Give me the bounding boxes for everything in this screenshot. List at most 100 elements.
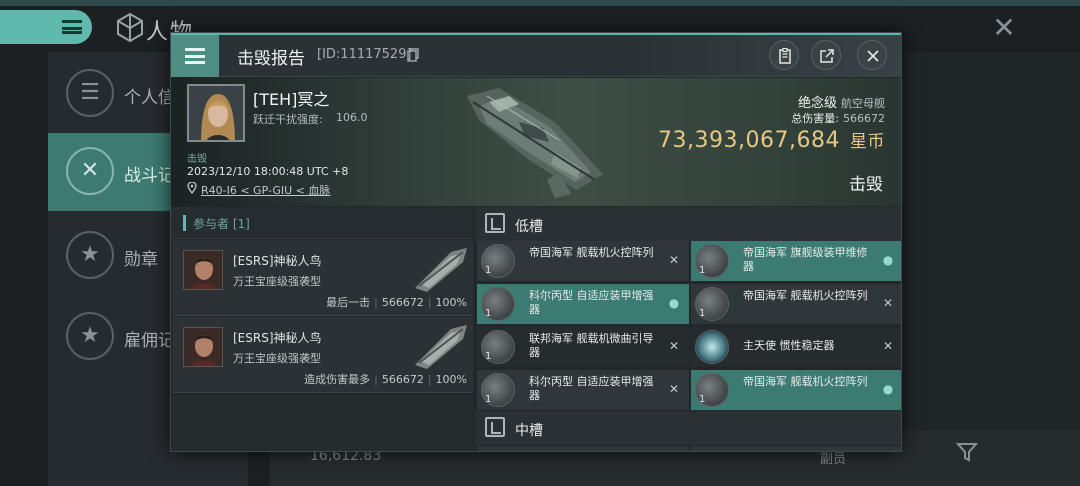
module-qty: 1: [699, 394, 706, 405]
destroyed-icon: ✕: [668, 253, 680, 267]
warp-jam-label: 跃迁干扰强度:: [253, 113, 323, 126]
share-button[interactable]: [811, 40, 841, 70]
participant-percent: 100%: [435, 296, 467, 309]
low-slot-icon: [485, 213, 505, 233]
isk-value: 73,393,067,684 星币: [658, 127, 885, 153]
filter-icon[interactable]: [955, 440, 979, 464]
participant-role: 造成伤害最多: [304, 373, 371, 386]
pilot-portrait-image: [184, 251, 222, 289]
participant-avatar: [183, 250, 223, 290]
close-icon[interactable]: ✕: [988, 12, 1020, 44]
sidebar-item-label: 战斗记: [124, 166, 175, 186]
module-item[interactable]: 1 帝国海军 舰载机火控阵列 ✕: [691, 284, 901, 324]
ship-render-image: [415, 325, 467, 369]
header-accent: [171, 33, 901, 35]
mid-slot-header[interactable]: 中槽: [475, 411, 901, 445]
module-name: 科尔丙型 自适应装甲增强器: [529, 289, 654, 316]
module-qty: 1: [485, 265, 492, 276]
module-item[interactable]: 1 帝国海军 舰载机火控阵列 ✕: [477, 241, 689, 281]
mid-slot-icon: [485, 417, 505, 437]
copy-icon[interactable]: [407, 48, 419, 62]
kill-tag: 击毁: [187, 154, 207, 165]
participant-percent: 100%: [435, 373, 467, 386]
kill-location-link[interactable]: R40-I6 < GP-GIU < 血脉: [201, 182, 330, 198]
close-button[interactable]: [857, 40, 887, 70]
module-qty: 1: [485, 308, 492, 319]
module-name: 帝国海军 舰载机火控阵列: [743, 289, 868, 302]
dropped-person-icon: ●: [882, 382, 894, 396]
participants-label: 参与者 [1]: [193, 217, 250, 231]
destroyed-icon: ✕: [668, 339, 680, 353]
pilot-portrait-image: [184, 328, 222, 366]
section-accent: [183, 215, 186, 231]
sidebar-item-label: 雇佣记: [124, 331, 175, 351]
module-item[interactable]: [477, 446, 689, 451]
victim-portrait[interactable]: [187, 84, 245, 142]
module-name: 帝国海军 旗舰级装甲维修器: [743, 246, 868, 273]
participant-ship: 万王宝座级强袭型: [233, 352, 321, 365]
participant-ship: 万王宝座级强袭型: [233, 275, 321, 288]
close-icon: [867, 50, 879, 62]
character-icon: [117, 12, 143, 42]
module-item[interactable]: 1 科尔丙型 自适应装甲增强器 ✕: [477, 370, 689, 410]
victim-summary: [TEH]冥之 跃迁干扰强度: 106.0 击毁 2023/12/10 18:0…: [171, 78, 901, 206]
module-item[interactable]: 1 科尔丙型 自适应装甲增强器 ●: [477, 284, 689, 324]
pilot-portrait-image: [189, 86, 243, 140]
sidebar-item-label: 勋章: [124, 250, 158, 270]
module-item[interactable]: 1 帝国海军 旗舰级装甲维修器 ●: [691, 241, 901, 281]
module-name: 科尔丙型 自适应装甲增强器: [529, 375, 654, 402]
module-item[interactable]: 1 帝国海军 舰载机火控阵列 ●: [691, 370, 901, 410]
clipboard-button[interactable]: [769, 40, 799, 70]
dropped-person-icon: ●: [882, 253, 894, 267]
star-medal-icon: ★: [66, 231, 114, 279]
module-item[interactable]: [691, 446, 901, 451]
module-name: 帝国海军 舰载机火控阵列: [529, 246, 654, 259]
participant-damage: 566672: [381, 373, 424, 386]
module-item[interactable]: 主天使 惯性稳定器 ✕: [691, 327, 901, 367]
destroyed-icon: ✕: [668, 382, 680, 396]
module-qty: 1: [485, 394, 492, 405]
modal-menu-button[interactable]: [171, 35, 219, 77]
warp-jam-value: 106.0: [336, 111, 368, 124]
participant-damage: 566672: [381, 296, 424, 309]
crossed-swords-icon: ✕: [66, 147, 114, 195]
sidebar-item-label: 个人信: [124, 88, 175, 108]
modal-title: 击毁报告: [237, 49, 305, 69]
app-root: 人物 ✕ ☰ 个人信 ✕ 战斗记 ★ 勋章 ★ 雇佣记 16,612.83 副员…: [0, 0, 1080, 486]
low-slot-header[interactable]: 低槽: [475, 207, 901, 241]
participant-name: [ESRS]神秘人鸟: [233, 331, 322, 345]
participant-card[interactable]: [ESRS]神秘人鸟 万王宝座级强袭型 造成伤害最多 | 566672 | 100%: [173, 317, 473, 393]
module-item[interactable]: 1 联邦海军 舰载机微曲引导器 ✕: [477, 327, 689, 367]
module-qty: 1: [699, 265, 706, 276]
victim-name[interactable]: [TEH]冥之: [253, 86, 329, 110]
list-icon: ☰: [66, 69, 114, 117]
participants-empty-area: [173, 395, 473, 451]
mid-slot-label: 中槽: [515, 423, 543, 439]
dropped-person-icon: ●: [668, 296, 680, 310]
hamburger-icon: [185, 48, 205, 64]
modal-header: 击毁报告 [ID:11117529]: [171, 33, 901, 77]
share-icon: [820, 49, 834, 63]
participant-name: [ESRS]神秘人鸟: [233, 254, 322, 268]
participant-avatar: [183, 327, 223, 367]
main-menu-button[interactable]: [0, 10, 92, 44]
star-badge-icon: ★: [66, 312, 114, 360]
ship-render-image: [415, 248, 467, 292]
module-qty: 1: [485, 351, 492, 362]
participant-role: 最后一击: [326, 296, 371, 309]
module-name: 帝国海军 舰载机火控阵列: [743, 375, 868, 388]
total-damage: 总伤害量: 566672: [791, 110, 885, 126]
destroyed-icon: ✕: [882, 296, 894, 310]
ship-class: 绝念级 航空母舰: [798, 92, 885, 111]
clipboard-icon: [779, 48, 791, 64]
inertial-stabilizer-module-icon: [695, 330, 729, 364]
module-name: 联邦海军 舰载机微曲引导器: [529, 332, 654, 359]
destroyed-status: 击毁: [849, 175, 883, 195]
participant-stats: 最后一击 | 566672 | 100%: [326, 296, 467, 309]
participant-stats: 造成伤害最多 | 566672 | 100%: [304, 373, 467, 386]
low-slot-label: 低槽: [515, 219, 543, 235]
participant-card[interactable]: [ESRS]神秘人鸟 万王宝座级强袭型 最后一击 | 566672 | 100%: [173, 240, 473, 316]
isk-amount: 73,393,067,684: [658, 128, 840, 153]
participants-header: 参与者 [1]: [171, 207, 473, 239]
hamburger-icon: [62, 20, 82, 34]
